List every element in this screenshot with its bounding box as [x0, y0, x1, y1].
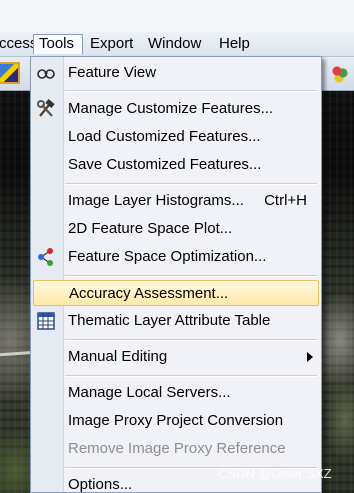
submenu-arrow-icon	[307, 352, 313, 362]
menu-item-label: Accuracy Assessment...	[69, 285, 229, 302]
menu-item-remove-image-proxy-reference: Remove Image Proxy Reference	[33, 436, 319, 462]
table-icon	[37, 312, 55, 330]
menu-item-label: Options...	[68, 476, 133, 493]
menu-item-manage-local-servers[interactable]: Manage Local Servers...	[33, 380, 319, 406]
menu-item-label: 2D Feature Space Plot...	[68, 220, 233, 237]
menu-tools[interactable]: Tools	[33, 34, 83, 54]
menu-separator	[65, 375, 317, 377]
menu-item-label: Feature View	[68, 64, 157, 81]
tools-dropdown-menu: Feature View Manage Customize Features..…	[30, 56, 322, 493]
menu-item-2d-feature-space-plot[interactable]: 2D Feature Space Plot...	[33, 216, 319, 242]
layer-image-icon[interactable]	[0, 62, 20, 84]
menu-item-label: Load Customized Features...	[68, 128, 261, 145]
menu-item-save-customized-features[interactable]: Save Customized Features...	[33, 152, 319, 178]
menu-item-label: Feature Space Optimization...	[68, 248, 267, 265]
menu-item-load-customized-features[interactable]: Load Customized Features...	[33, 124, 319, 150]
menu-item-thematic-layer-attribute-table[interactable]: Thematic Layer Attribute Table	[33, 308, 319, 334]
menu-item-label: Save Customized Features...	[68, 156, 262, 173]
menu-item-feature-space-optimization[interactable]: Feature Space Optimization...	[33, 244, 319, 270]
menu-item-label: Manual Editing	[68, 348, 168, 365]
menu-item-feature-view[interactable]: Feature View	[33, 60, 319, 86]
feature-space-optimization-icon	[38, 248, 53, 266]
menu-item-shortcut: Ctrl+H	[264, 192, 307, 209]
menu-item-label: Image Layer Histograms...	[68, 192, 244, 209]
menu-window[interactable]: Window	[143, 34, 206, 54]
menu-item-manual-editing[interactable]: Manual Editing	[33, 344, 319, 370]
menu-item-label: Image Proxy Project Conversion	[68, 412, 284, 429]
menu-item-image-layer-histograms[interactable]: Image Layer Histograms... Ctrl+H	[33, 188, 319, 214]
menubar: ccess Tools Export Window Help	[0, 32, 354, 57]
menu-item-label: Manage Local Servers...	[68, 384, 231, 401]
watermark: CSDN @Giser SXZ	[218, 466, 332, 481]
feature-view-icon	[37, 69, 55, 79]
menu-item-label: Remove Image Proxy Reference	[68, 440, 286, 457]
window-top-strip	[0, 0, 354, 32]
menu-help[interactable]: Help	[214, 34, 255, 54]
menu-separator	[65, 339, 317, 341]
menu-export[interactable]: Export	[85, 34, 138, 54]
menu-item-image-proxy-project-conversion[interactable]: Image Proxy Project Conversion	[33, 408, 319, 434]
menu-item-label: Thematic Layer Attribute Table	[68, 312, 271, 329]
menu-item-label: Manage Customize Features...	[68, 100, 274, 117]
menu-separator	[65, 275, 317, 277]
tools-hammer-wrench-icon	[37, 99, 55, 117]
menu-item-accuracy-assessment[interactable]: Accuracy Assessment...	[33, 280, 319, 306]
menu-separator	[65, 90, 317, 92]
menu-item-manage-customize-features[interactable]: Manage Customize Features...	[33, 96, 319, 122]
menu-separator	[65, 183, 317, 185]
segmentation-icon[interactable]	[330, 64, 350, 84]
